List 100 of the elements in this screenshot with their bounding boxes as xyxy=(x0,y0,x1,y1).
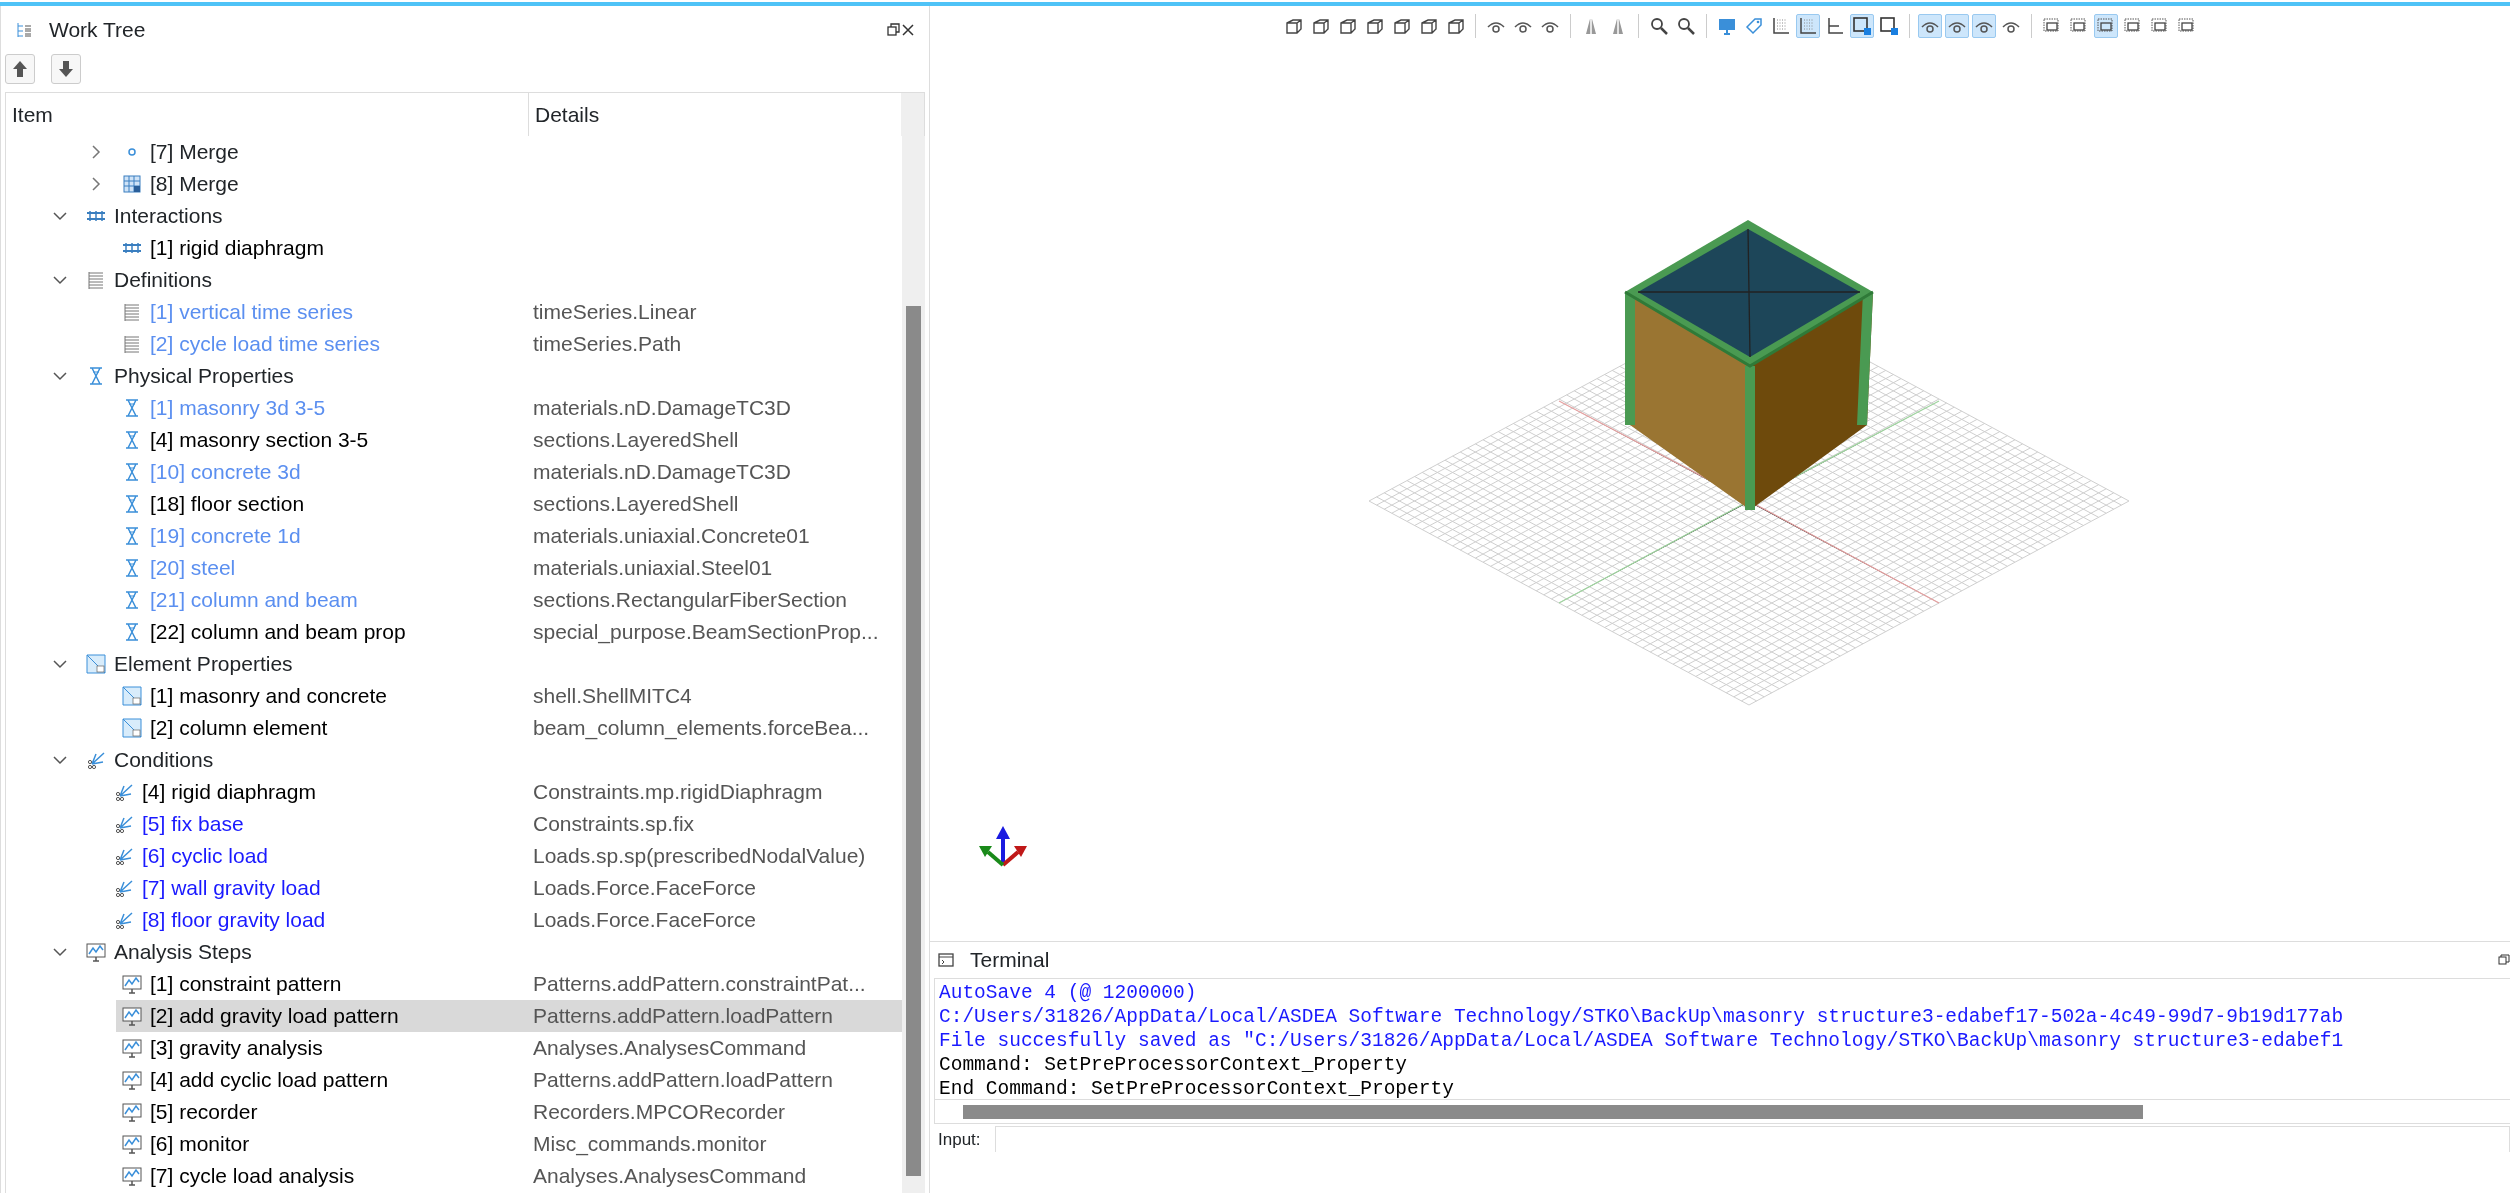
tree-row[interactable]: [7] wall gravity load Loads.Force.FaceForce xyxy=(6,872,902,904)
tree-row[interactable]: [8] Merge xyxy=(6,168,902,200)
column-header: Item xyxy=(12,101,53,128)
terminal-line: AutoSave 4 (@ 1200000) xyxy=(939,981,1198,1005)
toolbar-button[interactable] xyxy=(1796,14,1820,38)
tree-row[interactable]: [2] cycle load time series timeSeries.Path xyxy=(6,328,902,360)
tree-item-label: Definitions xyxy=(114,267,213,294)
tree-item-label: [1] constraint pattern xyxy=(150,971,342,998)
grid-icon xyxy=(1771,16,1791,36)
tree-item-label: [22] column and beam prop xyxy=(150,619,406,646)
tree-row[interactable]: [1] vertical time series timeSeries.Linear xyxy=(6,296,902,328)
monitor-icon xyxy=(1717,16,1737,36)
tree-row[interactable]: [3] gravity analysis Analyses.AnalysesCommand xyxy=(6,1032,902,1064)
toolbar-button[interactable] xyxy=(1945,14,1969,38)
list-icon xyxy=(122,302,142,322)
tree-row[interactable]: Conditions xyxy=(6,744,902,776)
tree-item-label: [8] floor gravity load xyxy=(142,907,326,934)
tree-item-label: [5] recorder xyxy=(150,1099,258,1126)
tree-row[interactable]: [5] fix base Constraints.sp.fix xyxy=(6,808,902,840)
tree-row[interactable]: [6] cyclic load Loads.sp.sp(prescribedNodalValue) xyxy=(6,840,902,872)
move-up-button[interactable] xyxy=(5,54,35,84)
tree-item-label: [10] concrete 3d xyxy=(150,459,301,486)
toolbar-button[interactable] xyxy=(1850,14,1874,38)
tree-row[interactable]: [7] cycle load analysis Analyses.AnalysesCommand xyxy=(6,1160,902,1192)
zoom-icon xyxy=(1649,16,1669,36)
toolbar-button[interactable] xyxy=(1918,14,1942,38)
tree-item-label: [4] add cyclic load pattern xyxy=(150,1067,389,1094)
float-window-icon[interactable] xyxy=(887,23,901,37)
tree-row[interactable]: [21] column and beam sections.RectangularFiberSection xyxy=(6,584,902,616)
cube-icon xyxy=(1445,16,1465,36)
tree-row[interactable]: [4] masonry section 3-5 sections.LayeredShell xyxy=(6,424,902,456)
tree-row[interactable]: [7] Merge xyxy=(6,136,902,168)
chart-monitor-icon xyxy=(122,1166,142,1186)
cube-icon xyxy=(1364,16,1384,36)
scrollbar-thumb[interactable] xyxy=(963,1104,2143,1119)
tree-row[interactable]: [1] constraint pattern Patterns.addPattern.constraintPat... xyxy=(6,968,902,1000)
cube-icon xyxy=(1310,16,1330,36)
horizontal-scrollbar[interactable] xyxy=(934,1100,2510,1124)
tree-item-label: [7] cycle load analysis xyxy=(150,1163,355,1190)
terminal-line: C:/Users/31826/AppData/Local/ASDEA Software Technology/STKO\BackUp\masonry structure3-edabef17-502a-4c49-99d7-9b19d177ab xyxy=(939,1005,2345,1029)
item-details: Misc_commands.monitor xyxy=(532,1131,767,1158)
item-details: Patterns.addPattern.loadPattern xyxy=(532,1003,834,1030)
chart-monitor-icon xyxy=(122,1070,142,1090)
toolbar-button[interactable] xyxy=(1877,14,1901,38)
scrollbar[interactable] xyxy=(902,136,925,1193)
tree-item-label: [6] cyclic load xyxy=(142,843,269,870)
tree-item-label: [6] monitor xyxy=(150,1131,250,1158)
cube-icon xyxy=(1391,16,1411,36)
tree-row[interactable]: [5] recorder Recorders.MPCORecorder xyxy=(6,1096,902,1128)
tree-row[interactable]: Element Properties xyxy=(6,648,902,680)
tree-item-label: [2] column element xyxy=(150,715,328,742)
chart-monitor-icon xyxy=(122,1134,142,1154)
tree-row[interactable]: Interactions xyxy=(6,200,902,232)
axes-icon xyxy=(1825,16,1845,36)
tree-row[interactable]: [20] steel materials.uniaxial.Steel01 xyxy=(6,552,902,584)
tree-item-label: [7] Merge xyxy=(150,139,239,166)
tree-row[interactable]: [6] monitor Misc_commands.monitor xyxy=(6,1128,902,1160)
tree-row[interactable]: [2] column element beam_column_elements.forceBea... xyxy=(6,712,902,744)
tree-row[interactable]: Analysis Steps xyxy=(6,936,902,968)
close-icon[interactable] xyxy=(901,23,915,37)
item-details: special_purpose.BeamSectionProp... xyxy=(532,619,879,646)
zoom-icon xyxy=(1676,16,1696,36)
cube-icon xyxy=(1283,16,1303,36)
grid-icon xyxy=(122,174,142,194)
constraint-icon xyxy=(86,750,106,770)
tree-item-label: [1] rigid diaphragm xyxy=(150,235,324,262)
tree-row[interactable]: Physical Properties xyxy=(6,360,902,392)
item-details: beam_column_elements.forceBea... xyxy=(532,715,870,742)
command-input-field[interactable] xyxy=(994,1126,2510,1152)
cube-icon xyxy=(1418,16,1438,36)
tree-row[interactable]: [1] masonry and concrete shell.ShellMITC4 xyxy=(6,680,902,712)
item-details: Constraints.mp.rigidDiaphragm xyxy=(532,779,823,806)
item-details: Recorders.MPCORecorder xyxy=(532,1099,786,1126)
tree-row[interactable]: [18] floor section sections.LayeredShell xyxy=(6,488,902,520)
terminal-line: End Command: SetPreProcessorContext_Property xyxy=(939,1077,1455,1101)
tag-icon xyxy=(1744,16,1764,36)
item-details: Patterns.addPattern.constraintPat... xyxy=(532,971,866,998)
tree-row[interactable]: [8] floor gravity load Loads.Force.FaceForce xyxy=(6,904,902,936)
chart-monitor-icon xyxy=(122,1102,142,1122)
element-icon xyxy=(86,654,106,674)
item-details: Patterns.addPattern.loadPattern xyxy=(532,1067,834,1094)
tree-row[interactable]: [22] column and beam prop special_purpose.BeamSectionProp... xyxy=(6,616,902,648)
constraint-icon xyxy=(114,910,134,930)
tree-row[interactable]: [19] concrete 1d materials.uniaxial.Concrete01 xyxy=(6,520,902,552)
move-down-button[interactable] xyxy=(51,54,81,84)
axis-triad-icon xyxy=(979,826,1027,867)
tree-item-label: Physical Properties xyxy=(114,363,294,390)
tree-item-label: [18] floor section xyxy=(150,491,305,518)
tree-row[interactable]: [4] add cyclic load pattern Patterns.addPattern.loadPattern xyxy=(6,1064,902,1096)
tree-row[interactable]: Definitions xyxy=(6,264,902,296)
tree-row[interactable]: [1] rigid diaphragm xyxy=(6,232,902,264)
float-window-icon[interactable] xyxy=(2498,954,2510,966)
cube-icon xyxy=(1337,16,1357,36)
tree-row[interactable]: [4] rigid diaphragm Constraints.mp.rigidDiaphragm xyxy=(6,776,902,808)
scrollbar-thumb[interactable] xyxy=(906,306,921,1176)
tree-row[interactable]: [10] concrete 3d materials.nD.DamageTC3D xyxy=(6,456,902,488)
input-label: Input: xyxy=(938,1128,981,1151)
tree-item-label: [1] masonry and concrete xyxy=(150,683,387,710)
toolbar-button[interactable] xyxy=(1972,14,1996,38)
tree-row[interactable]: [1] masonry 3d 3-5 materials.nD.DamageTC3D xyxy=(6,392,902,424)
